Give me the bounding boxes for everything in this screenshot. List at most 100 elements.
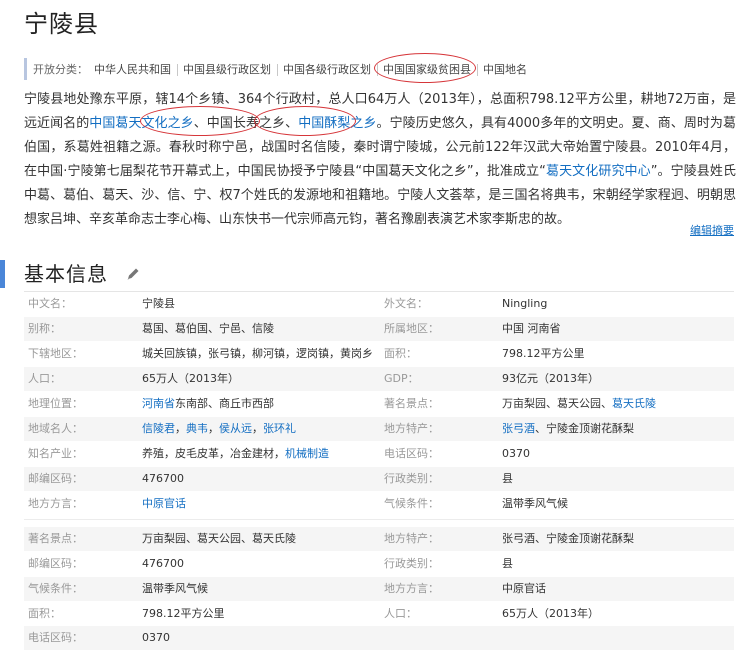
- info-row: 邮编区码： 476700 行政类别： 县: [24, 467, 734, 491]
- info-row: 人口： 65万人（2013年） GDP： 93亿元（2013年）: [24, 367, 734, 391]
- info-key: 行政类别：: [384, 472, 439, 485]
- info-key: 地理位置：: [28, 397, 83, 410]
- info-value: 万亩梨园、葛天公园、葛天氏陵: [142, 532, 296, 545]
- info-link[interactable]: 侯从远: [219, 422, 252, 435]
- info-text: 养殖，皮毛皮革，冶金建材，: [142, 447, 285, 460]
- info-row: 气候条件： 温带季风气候 地方方言： 中原官话: [24, 577, 734, 601]
- info-value: 中原官话: [502, 582, 546, 595]
- info-row: 电话区码： 0370: [24, 626, 734, 650]
- categories-label: 开放分类：: [33, 63, 88, 76]
- info-text: 东南部、商丘市西部: [175, 397, 274, 410]
- info-separator: ，: [208, 422, 219, 435]
- info-key: 人口：: [28, 372, 61, 385]
- info-link[interactable]: 张弓酒: [502, 422, 535, 435]
- info-link[interactable]: 信陵君: [142, 422, 175, 435]
- info-key: 邮编区码：: [28, 472, 83, 485]
- info-value: 0370: [142, 631, 170, 644]
- category-link[interactable]: 中国各级行政区划: [277, 61, 377, 77]
- info-value: 县: [502, 472, 513, 485]
- info-value: 温带季风气候: [502, 497, 568, 510]
- info-key: 地方特产：: [384, 532, 439, 545]
- summary-link[interactable]: 葛天文化研究中心: [546, 164, 651, 179]
- info-value: 万亩梨园、葛天公园、葛天氏陵: [502, 392, 656, 416]
- info-value: 河南省东南部、商丘市西部: [142, 392, 274, 416]
- info-link[interactable]: 机械制造: [285, 447, 329, 460]
- info-value: 65万人（2013年）: [142, 372, 239, 385]
- info-link[interactable]: 张环礼: [263, 422, 296, 435]
- summary-link[interactable]: 中国葛天文化之乡: [89, 116, 193, 131]
- info-separator: ，: [175, 422, 186, 435]
- category-link[interactable]: 中华人民共和国: [88, 61, 177, 77]
- info-link[interactable]: 典韦: [186, 422, 208, 435]
- open-categories: 开放分类： 中华人民共和国 中国县级行政区划 中国各级行政区划 中国国家级贫困县…: [24, 58, 727, 80]
- summary-paragraph: 宁陵县地处豫东平原，辖14个乡镇、364个行政村，总人口64万人（2013年），…: [24, 88, 736, 232]
- info-value: 张弓酒、宁陵金顶谢花酥梨: [502, 532, 634, 545]
- pencil-icon[interactable]: [125, 266, 141, 282]
- info-key: 面积：: [384, 347, 417, 360]
- info-value: 中国 河南省: [502, 322, 561, 335]
- info-link[interactable]: 河南省: [142, 397, 175, 410]
- info-value: 93亿元（2013年）: [502, 372, 599, 385]
- info-key: 气候条件：: [384, 497, 439, 510]
- info-key: 气候条件：: [28, 582, 83, 595]
- info-key: 电话区码：: [384, 447, 439, 460]
- info-value: 476700: [142, 557, 184, 570]
- info-value: 葛国、葛伯国、宁邑、信陵: [142, 322, 274, 335]
- info-key: 下辖地区：: [28, 347, 83, 360]
- page-title: 宁陵县: [24, 10, 99, 38]
- table-divider: [24, 519, 734, 520]
- info-key: 所属地区：: [384, 322, 439, 335]
- info-link[interactable]: 葛天氏陵: [612, 397, 656, 410]
- info-row: 面积： 798.12平方公里 人口： 65万人（2013年）: [24, 602, 734, 626]
- info-value: 温带季风气候: [142, 582, 208, 595]
- info-value: 0370: [502, 447, 530, 460]
- info-key: GDP：: [384, 372, 419, 385]
- section-title: 基本信息: [24, 262, 108, 286]
- info-row: 下辖地区： 城关回族镇，张弓镇，柳河镇，逻岗镇，黄岗乡 面积： 798.12平方…: [24, 342, 734, 366]
- info-key: 地域名人：: [28, 422, 83, 435]
- info-value: 养殖，皮毛皮革，冶金建材，机械制造: [142, 442, 329, 466]
- info-separator: ，: [252, 422, 263, 435]
- info-key: 知名产业：: [28, 447, 83, 460]
- info-row: 著名景点： 万亩梨园、葛天公园、葛天氏陵 地方特产： 张弓酒、宁陵金顶谢花酥梨: [24, 527, 734, 551]
- info-value: 65万人（2013年）: [502, 607, 599, 620]
- info-text: 、宁陵金顶谢花酥梨: [535, 422, 634, 435]
- info-value: 城关回族镇，张弓镇，柳河镇，逻岗镇，黄岗乡: [142, 347, 373, 360]
- info-value: 信陵君，典韦，侯从远，张环礼: [142, 417, 296, 441]
- category-link[interactable]: 中国国家级贫困县: [377, 61, 477, 77]
- edit-summary-link[interactable]: 编辑摘要: [690, 222, 734, 238]
- info-value: 中原官话: [142, 492, 186, 516]
- info-key: 行政类别：: [384, 557, 439, 570]
- info-row: 邮编区码： 476700 行政类别： 县: [24, 552, 734, 576]
- info-link[interactable]: 中原官话: [142, 497, 186, 510]
- info-value: 476700: [142, 472, 184, 485]
- info-key: 地方方言：: [384, 582, 439, 595]
- info-key: 著名景点：: [28, 532, 83, 545]
- category-link[interactable]: 中国县级行政区划: [177, 61, 277, 77]
- info-value: Ningling: [502, 297, 548, 310]
- info-value: 宁陵县: [142, 297, 175, 310]
- info-key: 电话区码：: [28, 631, 83, 644]
- info-row: 中文名： 宁陵县 外文名： Ningling: [24, 292, 734, 316]
- section-accent-bar: [0, 260, 5, 288]
- info-row: 别称： 葛国、葛伯国、宁邑、信陵 所属地区： 中国 河南省: [24, 317, 734, 341]
- summary-link[interactable]: 中国酥梨之乡: [298, 116, 376, 131]
- summary-text: 、中国长寿之乡、: [193, 116, 299, 131]
- info-key: 著名景点：: [384, 397, 439, 410]
- info-key: 面积：: [28, 607, 61, 620]
- info-key: 地方方言：: [28, 497, 83, 510]
- info-row: 知名产业： 养殖，皮毛皮革，冶金建材，机械制造 电话区码： 0370: [24, 442, 734, 466]
- info-value: 县: [502, 557, 513, 570]
- info-key: 地方特产：: [384, 422, 439, 435]
- info-row: 地理位置： 河南省东南部、商丘市西部 著名景点： 万亩梨园、葛天公园、葛天氏陵: [24, 392, 734, 416]
- category-link[interactable]: 中国地名: [477, 61, 533, 77]
- info-value: 798.12平方公里: [502, 347, 585, 360]
- info-row: 地域名人： 信陵君，典韦，侯从远，张环礼 地方特产： 张弓酒、宁陵金顶谢花酥梨: [24, 417, 734, 441]
- info-key: 人口：: [384, 607, 417, 620]
- info-key: 别称：: [28, 322, 61, 335]
- info-value: 张弓酒、宁陵金顶谢花酥梨: [502, 417, 634, 441]
- info-key: 外文名：: [384, 297, 428, 310]
- info-value: 798.12平方公里: [142, 607, 225, 620]
- info-key: 中文名：: [28, 297, 72, 310]
- info-row: 地方方言： 中原官话 气候条件： 温带季风气候: [24, 492, 734, 516]
